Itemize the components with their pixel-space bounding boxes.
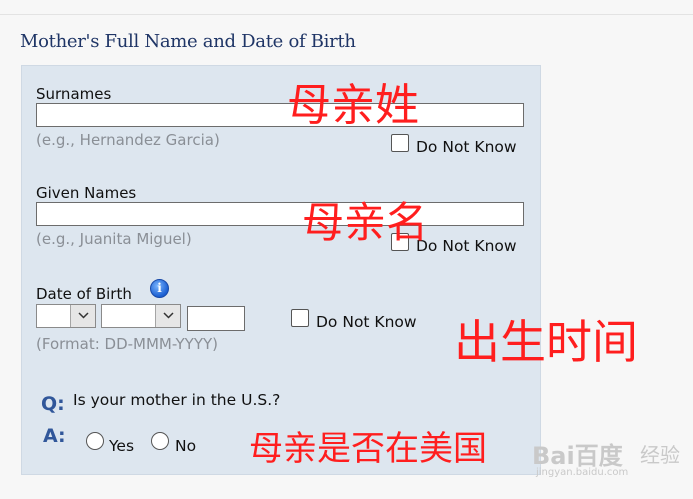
dob-format-hint: (Format: DD-MMM-YYYY) bbox=[36, 335, 219, 353]
surnames-do-not-know-checkbox[interactable] bbox=[391, 134, 409, 152]
annotation-mother-surname: 母亲姓 bbox=[287, 80, 419, 131]
annotation-mother-in-us: 母亲是否在美国 bbox=[249, 429, 487, 469]
dob-label: Date of Birth bbox=[36, 285, 132, 303]
annotation-mother-given-name: 母亲名 bbox=[302, 198, 429, 247]
info-icon[interactable]: i bbox=[150, 279, 169, 298]
dob-day-select[interactable] bbox=[36, 304, 96, 328]
watermark-sub: 经验 bbox=[640, 443, 680, 467]
surnames-hint: (e.g., Hernandez Garcia) bbox=[36, 131, 220, 149]
dob-do-not-know-label: Do Not Know bbox=[316, 313, 417, 331]
yes-radio[interactable] bbox=[86, 432, 104, 450]
yes-label: Yes bbox=[109, 437, 135, 455]
dob-year-input[interactable] bbox=[187, 306, 245, 331]
surnames-label: Surnames bbox=[36, 85, 112, 103]
dob-do-not-know-checkbox[interactable] bbox=[291, 309, 309, 327]
chevron-down-icon bbox=[155, 305, 180, 327]
mother-in-us-question: Is your mother in the U.S.? bbox=[73, 391, 281, 409]
chevron-down-icon bbox=[70, 305, 95, 327]
given-names-label: Given Names bbox=[36, 184, 137, 202]
dob-month-select[interactable] bbox=[101, 304, 181, 328]
section-title: Mother's Full Name and Date of Birth bbox=[20, 31, 356, 52]
answer-marker: A: bbox=[43, 425, 66, 447]
surnames-do-not-know-label: Do Not Know bbox=[416, 138, 517, 156]
given-names-hint: (e.g., Juanita Miguel) bbox=[36, 230, 192, 248]
no-radio[interactable] bbox=[151, 432, 169, 450]
question-marker: Q: bbox=[41, 393, 65, 415]
watermark-brand: Bai百度 bbox=[532, 442, 623, 470]
given-names-do-not-know-label: Do Not Know bbox=[416, 237, 517, 255]
top-divider bbox=[0, 14, 693, 15]
given-names-input[interactable] bbox=[36, 202, 524, 226]
no-label: No bbox=[175, 437, 197, 455]
watermark-url: jingyan.baidu.com bbox=[536, 467, 629, 478]
annotation-date-of-birth: 出生时间 bbox=[454, 315, 638, 369]
surnames-input[interactable] bbox=[36, 103, 524, 127]
